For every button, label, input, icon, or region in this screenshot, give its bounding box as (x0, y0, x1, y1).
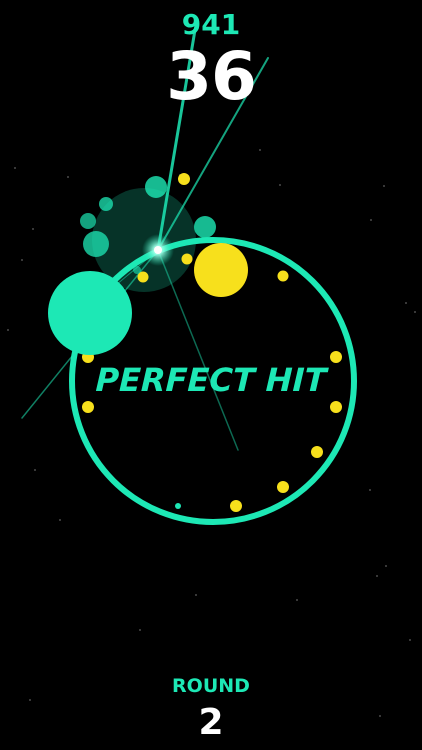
star (59, 519, 61, 521)
debris-particle (133, 266, 141, 274)
star (67, 176, 69, 178)
yellow-pellet (178, 173, 190, 185)
star (259, 149, 261, 151)
debris-particle (145, 176, 167, 198)
yellow-pellet (277, 270, 289, 282)
star (405, 302, 407, 304)
star (32, 228, 34, 230)
yellow-pellet (82, 401, 94, 413)
star (139, 629, 141, 631)
star (7, 329, 9, 331)
star (409, 639, 411, 641)
yellow-ball[interactable] (194, 243, 248, 297)
teal-ball[interactable] (48, 271, 132, 355)
yellow-pellet (181, 253, 193, 265)
current-score: 36 (166, 38, 257, 115)
star (21, 259, 23, 261)
debris-particle (99, 197, 113, 211)
yellow-pellet (330, 401, 342, 413)
star (385, 565, 387, 567)
best-score: 941 (181, 8, 241, 41)
debris-particle (194, 216, 216, 238)
round-label: ROUND (172, 675, 250, 697)
yellow-pellet (277, 481, 289, 493)
star (414, 311, 416, 313)
star (195, 594, 197, 596)
game-stage[interactable]: 941 36 PERFECT HIT ROUND 2 (0, 0, 422, 750)
star (34, 469, 36, 471)
star (369, 489, 371, 491)
star (383, 185, 385, 187)
impact-core (154, 246, 162, 254)
round-number: 2 (198, 702, 224, 743)
star (14, 167, 16, 169)
teal-dot (175, 503, 181, 509)
yellow-pellet (230, 500, 242, 512)
yellow-pellet (311, 446, 323, 458)
star (279, 184, 281, 186)
star (376, 575, 378, 577)
star (370, 219, 372, 221)
perfect-hit-message: PERFECT HIT (95, 361, 327, 399)
debris-particle (80, 213, 96, 229)
debris-particle (83, 231, 109, 257)
star (296, 599, 298, 601)
